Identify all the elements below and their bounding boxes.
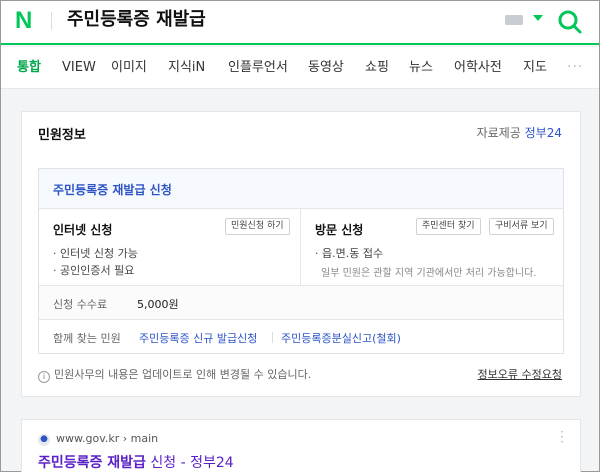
visit-line: · 읍.면.동 접수 xyxy=(315,247,384,260)
header-divider xyxy=(51,12,52,30)
civil-info-card: 민원정보 자료제공 정부24 주민등록증 재발급 신청 인터넷 신청 민원신청 … xyxy=(21,111,581,397)
naver-logo[interactable]: N xyxy=(15,9,32,33)
tab-kin[interactable]: 지식iN xyxy=(168,59,205,77)
service-title-link[interactable]: 주민등록증 재발급 신청 xyxy=(53,181,172,198)
search-icon[interactable] xyxy=(557,9,583,35)
search-result: www.gov.kr › main · · · 주민등록증 재발급 신청 - 정부2… xyxy=(21,419,581,472)
related-label: 함께 찾는 민원 xyxy=(53,332,121,345)
apply-online-button[interactable]: 민원신청 하기 xyxy=(225,218,290,235)
tab-integrated[interactable]: 통합 xyxy=(17,59,41,77)
provider-link[interactable]: 정부24 xyxy=(525,126,562,140)
service-box: 주민등록증 재발급 신청 인터넷 신청 민원신청 하기 · 인터넷 신청 가능 … xyxy=(38,168,564,354)
tab-images[interactable]: 이미지 xyxy=(111,59,147,77)
info-icon: i xyxy=(38,371,50,383)
tab-influencer[interactable]: 인플루언서 xyxy=(228,59,288,77)
internet-line-2: · 공인인증서 필요 xyxy=(53,264,135,277)
tab-news[interactable]: 뉴스 xyxy=(409,59,433,77)
result-title-bold: 주민등록증 재발급 xyxy=(38,455,146,471)
report-error-link[interactable]: 정보오류 수정요청 xyxy=(478,366,562,382)
card-title: 민원정보 xyxy=(38,128,86,143)
tab-video[interactable]: 동영상 xyxy=(308,59,344,77)
visit-apply-section: 방문 신청 주민센터 찾기 구비서류 보기 · 읍.면.동 접수 일부 민원은 … xyxy=(301,209,563,285)
more-options-icon[interactable]: · · · xyxy=(560,426,564,448)
related-divider xyxy=(272,332,273,343)
search-tabs: 통합 VIEW 이미지 지식iN 인플루언서 동영상 쇼핑 뉴스 어학사전 지도… xyxy=(1,47,599,89)
tab-dictionary[interactable]: 어학사전 xyxy=(454,59,502,77)
site-favicon-icon xyxy=(38,434,50,446)
search-header: N 주민등록증 재발급 xyxy=(1,1,599,45)
tab-view[interactable]: VIEW xyxy=(62,59,96,77)
update-notice-text: 민원사무의 내용은 업데이트로 인해 변경될 수 있습니다. xyxy=(54,368,312,381)
internet-line-1: · 인터넷 신청 가능 xyxy=(53,247,138,260)
related-link-lost-report[interactable]: 주민등록증분실신고(철회) xyxy=(281,330,401,346)
related-link-new-issue[interactable]: 주민등록증 신규 발급신청 xyxy=(139,330,257,346)
update-notice: i 민원사무의 내용은 업데이트로 인해 변경될 수 있습니다. xyxy=(38,366,311,383)
result-title-rest: 신청 - 정부24 xyxy=(145,455,234,471)
more-tabs-icon[interactable]: ··· xyxy=(567,59,583,75)
fee-value: 5,000원 xyxy=(137,298,179,311)
result-title-link[interactable]: 주민등록증 재발급 신청 - 정부24 xyxy=(38,452,234,472)
search-query-input[interactable]: 주민등록증 재발급 xyxy=(67,8,206,32)
result-url[interactable]: www.gov.kr › main xyxy=(56,432,158,445)
fee-label: 신청 수수료 xyxy=(53,298,108,311)
tab-shopping[interactable]: 쇼핑 xyxy=(365,59,389,77)
provider-prefix: 자료제공 xyxy=(476,126,521,140)
related-services-row: 함께 찾는 민원 주민등록증 신규 발급신청 주민등록증분실신고(철회) xyxy=(39,319,563,353)
find-center-button[interactable]: 주민센터 찾기 xyxy=(416,218,481,235)
internet-apply-section: 인터넷 신청 민원신청 하기 · 인터넷 신청 가능 · 공인인증서 필요 xyxy=(39,209,301,285)
tab-map[interactable]: 지도 xyxy=(523,59,547,77)
data-provider: 자료제공 정부24 xyxy=(477,124,562,141)
keyboard-icon[interactable] xyxy=(505,15,523,25)
internet-apply-heading: 인터넷 신청 xyxy=(53,223,113,237)
view-documents-button[interactable]: 구비서류 보기 xyxy=(489,218,554,235)
fee-row: 신청 수수료 5,000원 xyxy=(39,285,563,319)
visit-apply-heading: 방문 신청 xyxy=(315,223,364,237)
service-title-bar: 주민등록증 재발급 신청 xyxy=(39,169,563,209)
visit-note: 일부 민원은 관할 지역 기관에서만 처리 가능합니다. xyxy=(321,268,537,279)
caret-down-icon[interactable] xyxy=(533,15,543,21)
